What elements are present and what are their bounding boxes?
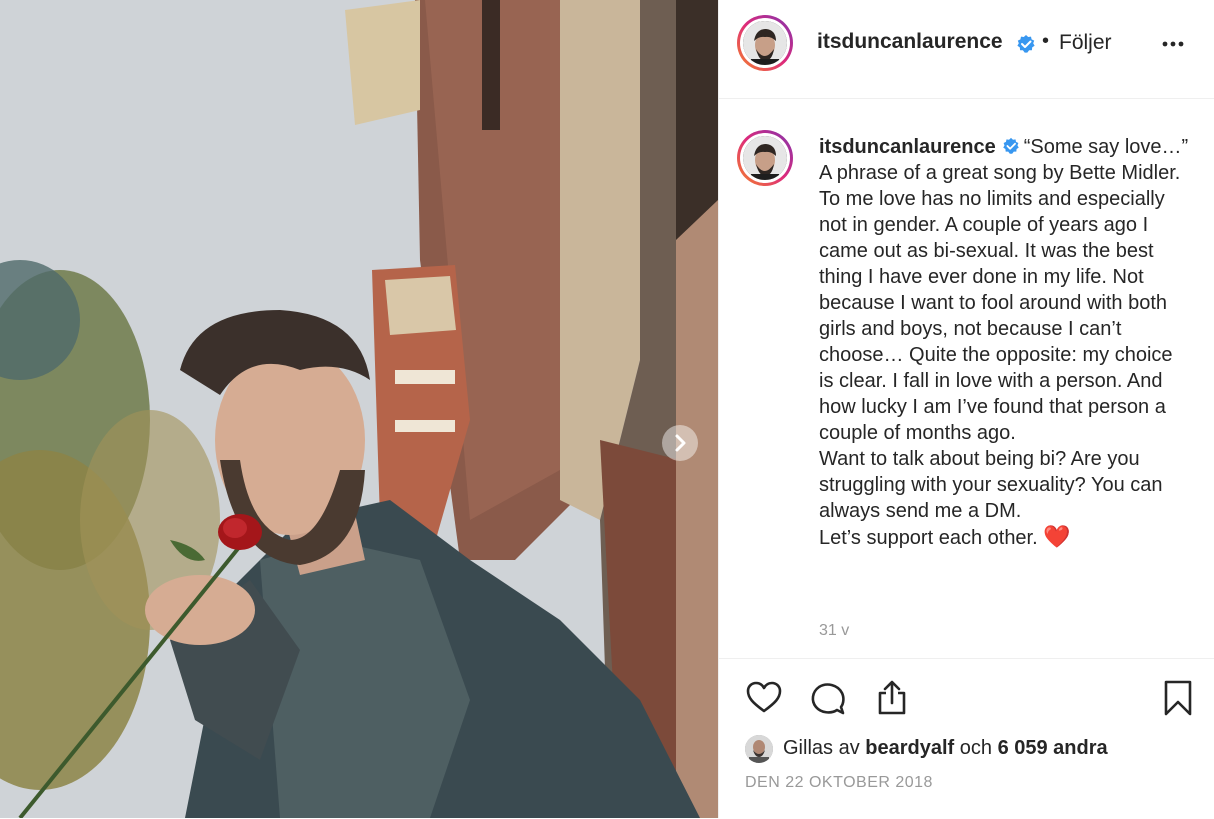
caption-text: itsduncanlaurence “Some say love…” A phra… [819,134,1189,551]
verified-badge-icon [1002,136,1020,154]
liker-username[interactable]: beardyalf [865,737,954,759]
avatar-image [743,21,787,65]
caption-avatar[interactable] [737,130,793,186]
post-side-panel: itsduncanlaurence • Följer itsduncanlaur… [718,0,1214,818]
comments-area: itsduncanlaurence “Some say love…” A phra… [719,98,1214,658]
post-date[interactable]: DEN 22 OKTOBER 2018 [745,774,933,792]
next-image-button[interactable] [662,425,698,461]
verified-badge-icon [1016,34,1036,59]
comment-button[interactable] [809,679,847,717]
more-horizontal-icon [1162,41,1184,47]
header-separator: • [1042,30,1050,52]
heart-icon [746,681,782,713]
avatar-image [745,735,773,763]
avatar[interactable] [737,15,793,71]
save-button[interactable] [1159,679,1197,717]
likes-count[interactable]: 6 059 andra [998,737,1108,759]
share-button[interactable] [873,679,911,717]
more-options-button[interactable] [1159,36,1189,52]
following-button[interactable]: Följer [1059,31,1112,55]
caption-username[interactable]: itsduncanlaurence [819,136,996,158]
photo-image [0,0,718,818]
chevron-right-icon [675,434,686,452]
avatar-image [743,136,787,180]
likes-conjunction: och [959,737,993,759]
heart-emoji-icon: ❤️ [1043,524,1071,549]
header-username[interactable]: itsduncanlaurence [817,30,1003,54]
likes-text: Gillas av beardyalf och 6 059 andra [783,737,1108,760]
post-header: itsduncanlaurence • Följer [719,0,1214,99]
post-photo[interactable] [0,0,718,818]
liker-avatar[interactable] [745,735,773,763]
comment-icon [811,683,845,715]
caption-body: “Some say love…” A phrase of a great son… [819,136,1189,549]
caption-time-ago[interactable]: 31 v [819,622,849,640]
post-actions: Gillas av beardyalf och 6 059 andra DEN … [719,658,1214,819]
bookmark-icon [1164,680,1192,716]
share-icon [878,680,906,715]
like-button[interactable] [745,679,783,717]
likes-prefix: Gillas av [783,737,860,759]
